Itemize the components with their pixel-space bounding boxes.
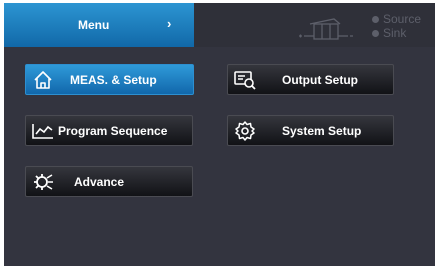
advance-button[interactable]: Advance <box>25 166 193 197</box>
meas-setup-label: MEAS. & Setup <box>70 72 157 87</box>
status-legend: Source Sink <box>372 12 421 40</box>
chevron-right-icon: › <box>167 16 172 31</box>
system-setup-button[interactable]: System Setup <box>227 115 394 146</box>
menu-tab[interactable]: Menu › <box>4 3 194 47</box>
legend-sink-label: Sink <box>383 26 407 40</box>
legend-source: Source <box>372 12 421 26</box>
program-chart-icon <box>30 120 56 142</box>
sink-dot-icon <box>372 29 379 37</box>
source-sink-indicator-icon <box>299 18 353 40</box>
program-sequence-button[interactable]: Program Sequence <box>25 115 193 146</box>
system-gear-icon <box>232 120 258 142</box>
output-setup-button[interactable]: Output Setup <box>227 64 394 95</box>
output-setup-icon <box>232 69 258 91</box>
advance-gear-icon <box>30 171 56 193</box>
output-setup-label: Output Setup <box>282 72 358 87</box>
meas-setup-button[interactable]: MEAS. & Setup <box>25 64 194 95</box>
status-area: Source Sink <box>194 3 435 47</box>
legend-sink: Sink <box>372 26 421 40</box>
source-dot-icon <box>372 15 379 23</box>
system-setup-label: System Setup <box>282 123 362 138</box>
menu-label: Menu <box>78 18 110 32</box>
home-icon <box>30 69 56 91</box>
legend-source-label: Source <box>383 12 422 26</box>
advance-label: Advance <box>74 174 125 189</box>
program-sequence-label: Program Sequence <box>58 123 168 138</box>
app-screen: Menu › Source Sink MEAS. & Setup Program… <box>4 3 435 266</box>
